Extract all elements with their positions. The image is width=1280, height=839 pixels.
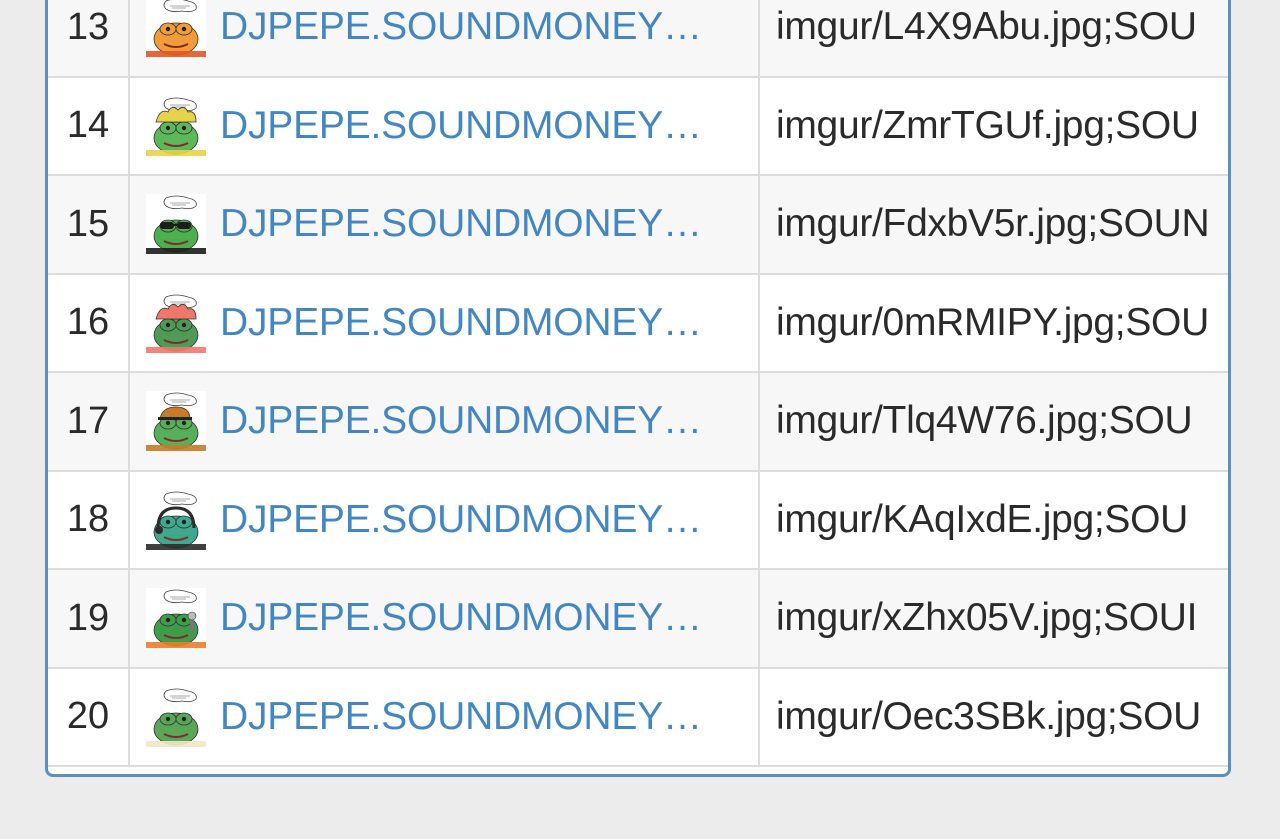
image-source-text: imgur/L4X9Abu.jpg;SOU [776, 5, 1197, 49]
table-row[interactable]: 15 DJPEPE.SOUNDMONEY… imgur/FdxbV5r.jpg;SO… [48, 176, 1228, 275]
pepe-thumbnail-icon[interactable] [146, 588, 206, 649]
table-row[interactable]: 20 DJPEPE.SOUNDMONEY… imgur/Oec3SBk.jpg;SO… [48, 668, 1228, 767]
asset-name-link[interactable]: DJPEPE.SOUNDMONEY… [220, 596, 730, 640]
asset-name-cell: DJPEPE.SOUNDMONEY… [130, 570, 760, 667]
asset-name-link[interactable]: DJPEPE.SOUNDMONEY… [220, 498, 730, 542]
pepe-thumbnail-icon[interactable] [146, 194, 206, 255]
asset-name-cell: DJPEPE.SOUNDMONEY… [130, 274, 760, 371]
pepe-thumbnail-icon[interactable] [146, 489, 206, 550]
pepe-thumbnail-icon[interactable] [146, 391, 206, 452]
asset-name-cell: DJPEPE.SOUNDMONEY… [130, 668, 760, 765]
table-row[interactable]: 16 DJPEPE.SOUNDMONEY… imgur/0mRMIPY.jpg;SO… [48, 274, 1228, 373]
row-number: 18 [48, 471, 130, 568]
image-source-cell: imgur/0mRMIPY.jpg;SOU [760, 275, 1228, 372]
row-number: 19 [48, 570, 130, 667]
asset-name-cell: DJPEPE.SOUNDMONEY… [130, 471, 760, 568]
image-source-cell: imgur/Tlq4W76.jpg;SOU [760, 373, 1228, 470]
image-source-text: imgur/0mRMIPY.jpg;SOU [776, 300, 1209, 344]
asset-name-cell: DJPEPE.SOUNDMONEY… [130, 77, 760, 174]
asset-name-link[interactable]: DJPEPE.SOUNDMONEY… [220, 301, 730, 345]
table-row[interactable]: 17 DJPEPE.SOUNDMONEY… imgur/Tlq4W76.jpg;SO… [48, 373, 1228, 472]
asset-name-link[interactable]: DJPEPE.SOUNDMONEY… [220, 695, 730, 739]
image-source-text: imgur/FdxbV5r.jpg;SOUN [776, 202, 1210, 246]
pepe-thumbnail-icon[interactable] [146, 95, 206, 156]
image-source-text: imgur/ZmrTGUf.jpg;SOU [776, 103, 1199, 147]
asset-name-cell: DJPEPE.SOUNDMONEY… [130, 373, 760, 470]
table-row[interactable]: 13 DJPEPE.SOUNDMONEY… imgur/L4X9Abu.jpg;SO… [48, 0, 1228, 78]
asset-name-link[interactable]: DJPEPE.SOUNDMONEY… [220, 5, 730, 49]
asset-name-link[interactable]: DJPEPE.SOUNDMONEY… [220, 104, 730, 148]
image-source-cell: imgur/FdxbV5r.jpg;SOUN [760, 176, 1228, 273]
asset-name-cell: DJPEPE.SOUNDMONEY… [130, 176, 760, 273]
image-source-cell: imgur/L4X9Abu.jpg;SOU [760, 0, 1228, 76]
pepe-thumbnail-icon[interactable] [146, 686, 206, 747]
image-source-cell: imgur/KAqIxdE.jpg;SOU [760, 472, 1228, 569]
table-row[interactable]: 19 DJPEPE.SOUNDMONEY… imgur/xZhx05V.jpg;SO… [48, 570, 1228, 669]
row-number: 15 [48, 176, 130, 273]
image-source-text: imgur/xZhx05V.jpg;SOUI [776, 596, 1198, 640]
row-number: 14 [48, 77, 130, 174]
image-source-cell: imgur/xZhx05V.jpg;SOUI [760, 570, 1228, 667]
image-source-cell: imgur/Oec3SBk.jpg;SOU [760, 669, 1228, 766]
image-source-text: imgur/Oec3SBk.jpg;SOU [776, 694, 1202, 738]
pepe-thumbnail-icon[interactable] [146, 292, 206, 353]
results-table-panel: 13 DJPEPE.SOUNDMONEY… imgur/L4X9Abu.jpg;SO… [45, 0, 1231, 777]
table-row[interactable]: 14 DJPEPE.SOUNDMONEY… imgur/ZmrTGUf.jpg;SO… [48, 77, 1228, 176]
asset-name-cell: DJPEPE.SOUNDMONEY… [130, 0, 760, 76]
row-number: 16 [48, 274, 130, 371]
image-source-cell: imgur/ZmrTGUf.jpg;SOU [760, 78, 1228, 175]
table-row[interactable]: 18 DJPEPE.SOUNDMONEY… imgur/KAqIxdE.jpg;SO… [48, 471, 1228, 570]
image-source-text: imgur/Tlq4W76.jpg;SOU [776, 399, 1193, 443]
asset-name-link[interactable]: DJPEPE.SOUNDMONEY… [220, 399, 730, 443]
row-number: 17 [48, 373, 130, 470]
pepe-thumbnail-icon[interactable] [146, 0, 206, 58]
row-number: 13 [48, 0, 130, 76]
asset-name-link[interactable]: DJPEPE.SOUNDMONEY… [220, 202, 730, 246]
image-source-text: imgur/KAqIxdE.jpg;SOU [776, 497, 1189, 541]
row-number: 20 [48, 668, 130, 765]
